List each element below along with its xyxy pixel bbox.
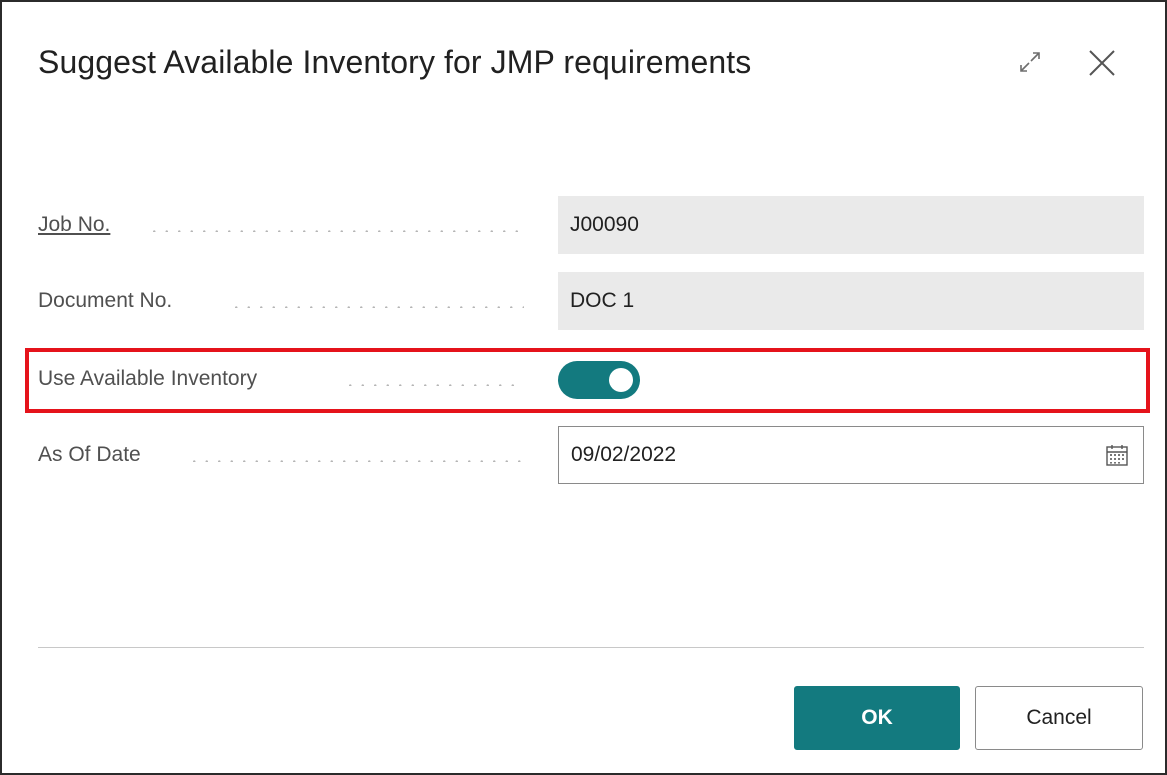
dialog-title: Suggest Available Inventory for JMP requ… [38, 44, 752, 80]
document-no-row: Document No. DOC 1 [38, 272, 1144, 330]
document-no-label: Document No. [38, 289, 173, 312]
as-of-date-row: As Of Date 09/02/2022 [38, 426, 1144, 484]
document-no-dots [230, 306, 524, 308]
as-of-date-input[interactable]: 09/02/2022 [558, 426, 1144, 484]
calendar-icon[interactable] [1105, 443, 1129, 467]
highlight-box [25, 348, 1150, 413]
ok-button[interactable]: OK [794, 686, 960, 750]
as-of-date-dots [188, 460, 524, 462]
job-no-dots [148, 230, 524, 232]
document-no-field[interactable]: DOC 1 [558, 272, 1144, 330]
close-icon[interactable] [1085, 46, 1119, 80]
as-of-date-label: As Of Date [38, 443, 141, 466]
footer-divider [38, 647, 1144, 648]
expand-icon[interactable] [1014, 46, 1046, 78]
job-no-label[interactable]: Job No. [38, 196, 110, 254]
job-no-row: Job No. J00090 [38, 196, 1144, 254]
dialog: Suggest Available Inventory for JMP requ… [0, 0, 1167, 775]
as-of-date-value: 09/02/2022 [571, 443, 677, 466]
job-no-field[interactable]: J00090 [558, 196, 1144, 254]
cancel-button[interactable]: Cancel [975, 686, 1143, 750]
